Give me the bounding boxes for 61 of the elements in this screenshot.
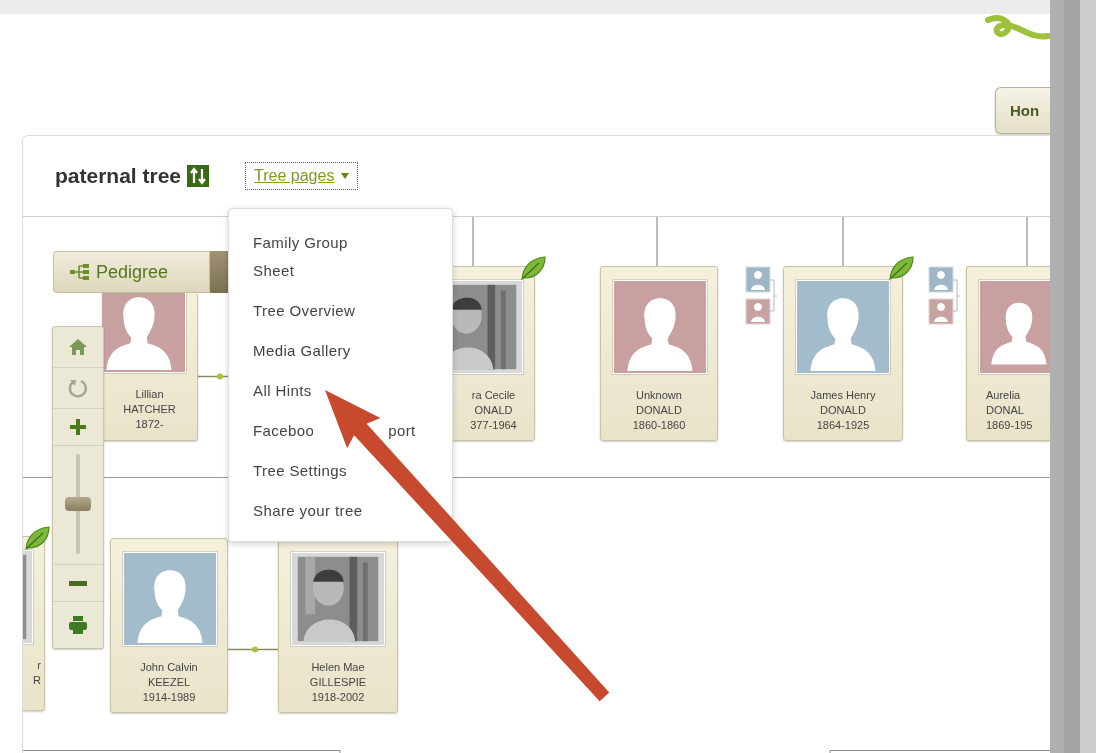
- pedigree-button[interactable]: Pedigree: [53, 251, 210, 293]
- life-years: 1872-: [135, 417, 164, 432]
- menu-item[interactable]: Tree Overview: [253, 291, 385, 331]
- parents-icon[interactable]: [745, 266, 777, 326]
- life-years: 1860-1860: [632, 418, 686, 433]
- menu-item[interactable]: Family Group Sheet: [253, 223, 385, 291]
- surname: R: [33, 673, 41, 688]
- life-years: 377-1964: [470, 418, 517, 433]
- connector-line: [656, 217, 658, 267]
- surname: ONALD: [474, 403, 513, 418]
- menu-item[interactable]: Media Gallery: [253, 331, 385, 371]
- slider-thumb[interactable]: [65, 497, 91, 511]
- tree-title: paternal tree: [55, 164, 182, 188]
- life-years: 1869-195: [986, 418, 1033, 433]
- life-years: 1864-1925: [816, 418, 870, 433]
- minus-icon: [69, 580, 87, 586]
- person-card[interactable]: r R: [23, 536, 45, 711]
- connector-line: [227, 646, 279, 653]
- surname: HATCHER: [123, 402, 176, 417]
- refresh-icon: [67, 377, 89, 399]
- given-name: John Calvin: [140, 660, 198, 675]
- menu-item[interactable]: Share your tree: [253, 491, 385, 531]
- person-card[interactable]: Aurelia DONAL 1869-195: [966, 266, 1050, 441]
- pedigree-icon: [70, 264, 90, 280]
- surname: GILLESPIE: [309, 675, 367, 690]
- person-card[interactable]: Unknown DONALD 1860-1860: [600, 266, 718, 441]
- connector-line: [1026, 217, 1028, 267]
- surname: DONAL: [986, 403, 1024, 418]
- connector-line: [472, 217, 474, 267]
- given-name: Aurelia: [986, 388, 1021, 403]
- person-card[interactable]: John Calvin KEEZEL 1914-1989: [110, 538, 228, 713]
- person-card[interactable]: James Henry DONALD 1864-1925: [783, 266, 903, 441]
- person-card[interactable]: Lillian HATCHER 1872-: [102, 293, 198, 441]
- menu-item[interactable]: Tree Settings: [253, 451, 385, 491]
- home-button[interactable]: Hon: [995, 87, 1050, 134]
- life-years: 1918-2002: [311, 690, 365, 705]
- plus-icon: [69, 418, 87, 436]
- given-name: Helen Mae: [311, 660, 365, 675]
- given-name: Lillian: [135, 387, 164, 402]
- menu-item[interactable]: All Hints: [253, 371, 385, 411]
- printer-icon: [68, 615, 88, 635]
- given-name: r: [37, 658, 41, 673]
- given-name: Unknown: [636, 388, 682, 403]
- view-toggle-segment[interactable]: [210, 251, 228, 293]
- surname: DONALD: [636, 403, 682, 418]
- surname: KEEZEL: [147, 675, 191, 690]
- home-icon: [68, 338, 88, 356]
- leaf-icon[interactable]: [887, 255, 915, 281]
- given-name: James Henry: [810, 388, 876, 403]
- given-name: ra Cecile: [471, 388, 516, 403]
- swap-icon[interactable]: [187, 165, 210, 187]
- connector-line: [197, 373, 229, 380]
- person-card[interactable]: ra Cecile ONALD 377-1964: [453, 266, 535, 441]
- surname: DONALD: [820, 403, 866, 418]
- leaf-icon[interactable]: [519, 255, 547, 281]
- caret-icon: [341, 173, 350, 179]
- menu-item[interactable]: Faceboo port: [253, 411, 416, 451]
- parents-icon[interactable]: [928, 266, 960, 326]
- life-years: 1914-1989: [142, 690, 196, 705]
- connector-line: [842, 217, 844, 267]
- leaf-icon[interactable]: [23, 525, 51, 551]
